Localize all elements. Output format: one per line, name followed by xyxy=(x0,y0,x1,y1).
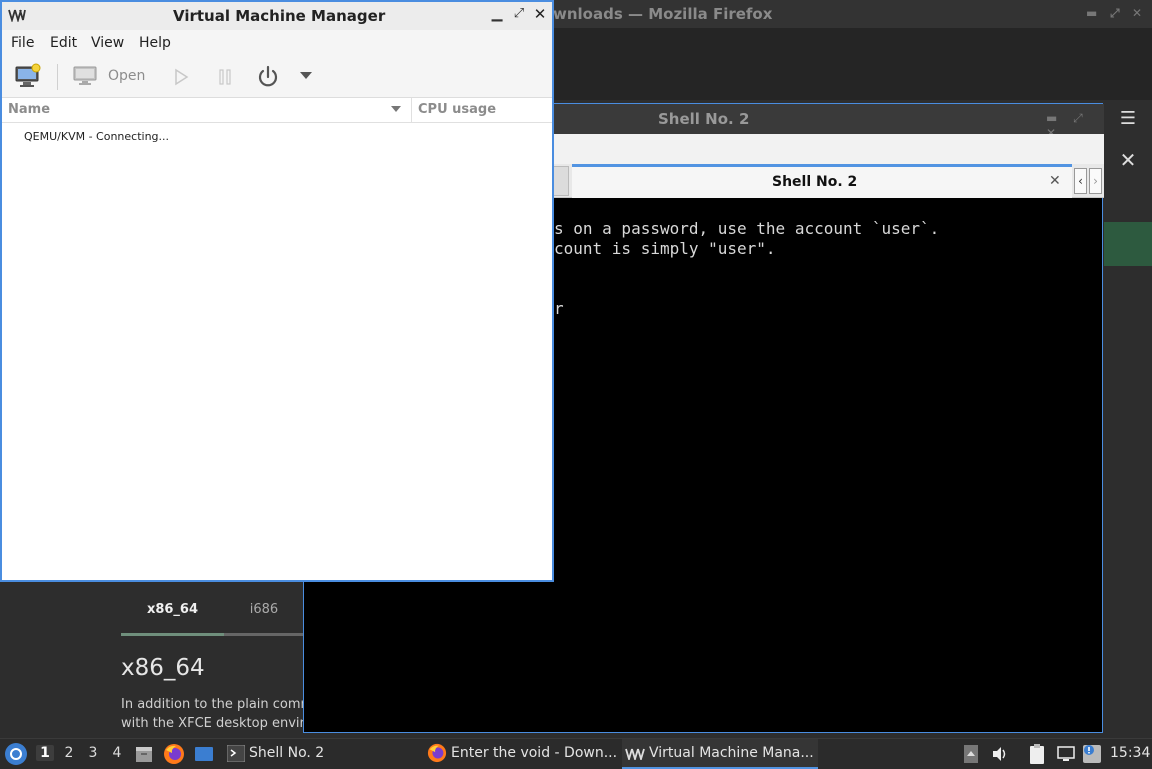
clipboard-icon[interactable] xyxy=(1028,743,1046,765)
maximize-icon[interactable]: ⤢ xyxy=(512,6,526,24)
taskbar: 1 2 3 4 Shell No. 2 Enter the void - Dow… xyxy=(0,738,1152,769)
firefox-icon[interactable] xyxy=(163,743,185,765)
task-label: Virtual Machine Mana... xyxy=(649,745,814,761)
clock[interactable]: 15:34 xyxy=(1110,745,1150,761)
tray-expand-icon[interactable] xyxy=(963,744,979,764)
vmm-window: Virtual Machine Manager ▁ ⤢ ✕ File Edit … xyxy=(0,0,554,582)
tab-i686[interactable]: i686 xyxy=(224,598,304,636)
toolbar: Open xyxy=(2,56,552,98)
firefox-title: wnloads — Mozilla Firefox xyxy=(553,5,773,23)
task-vmm[interactable]: Virtual Machine Mana... xyxy=(622,739,818,769)
hamburger-menu-icon[interactable]: ☰ xyxy=(1113,104,1143,134)
minimize-icon[interactable]: ▬ xyxy=(1086,6,1097,20)
firefox-icon xyxy=(427,743,447,763)
close-icon[interactable]: ✕ xyxy=(532,5,548,23)
power-icon[interactable] xyxy=(256,65,280,89)
menu-file[interactable]: File xyxy=(11,35,34,51)
column-cpu-usage[interactable]: CPU usage xyxy=(418,102,496,117)
terminal-title: Shell No. 2 xyxy=(658,110,750,128)
file-manager-icon[interactable] xyxy=(134,744,154,764)
task-shell[interactable]: Shell No. 2 xyxy=(224,739,404,769)
terminal-line: count is simply "user". xyxy=(554,239,776,258)
scroll-tabs-left-button[interactable]: ‹ xyxy=(1074,168,1087,194)
column-separator[interactable] xyxy=(411,98,412,122)
task-firefox[interactable]: Enter the void - Down... xyxy=(424,739,620,769)
minimize-icon[interactable]: ▁ xyxy=(490,6,504,24)
sort-down-icon[interactable] xyxy=(390,104,402,114)
workspace-2[interactable]: 2 xyxy=(61,745,77,761)
scroll-tabs-right-button[interactable]: › xyxy=(1089,168,1102,194)
page-accent-block xyxy=(1104,222,1152,266)
volume-icon[interactable] xyxy=(991,745,1009,763)
task-label: Enter the void - Down... xyxy=(451,745,618,761)
vmm-icon xyxy=(625,748,645,760)
menu-edit[interactable]: Edit xyxy=(50,35,77,51)
close-icon[interactable]: ✕ xyxy=(1132,6,1142,20)
monitor-icon[interactable] xyxy=(72,65,98,87)
vm-list[interactable]: QEMU/KVM - Connecting... xyxy=(2,124,552,580)
vmm-titlebar[interactable]: Virtual Machine Manager ▁ ⤢ ✕ xyxy=(2,2,552,30)
chevron-down-icon[interactable] xyxy=(299,70,313,80)
page-paragraph: In addition to the plain comm with the X… xyxy=(121,695,306,733)
pause-icon[interactable] xyxy=(216,67,234,87)
tab-shell-no-2[interactable]: Shell No. 2 ✕ xyxy=(572,164,1072,198)
run-icon[interactable] xyxy=(172,67,190,87)
close-tab-icon[interactable]: ✕ xyxy=(1049,173,1061,189)
menubar: File Edit View Help xyxy=(2,30,552,56)
list-header: Name CPU usage xyxy=(2,98,552,123)
terminal-line: s on a password, use the account `user`. xyxy=(554,219,940,238)
workspace-4[interactable]: 4 xyxy=(109,745,125,761)
toolbar-separator xyxy=(57,64,58,90)
workspace-3[interactable]: 3 xyxy=(85,745,101,761)
open-button[interactable]: Open xyxy=(108,68,145,84)
workspace-1[interactable]: 1 xyxy=(36,745,54,761)
list-item[interactable]: QEMU/KVM - Connecting... xyxy=(24,130,169,143)
paragraph-line: with the XFCE desktop enviro xyxy=(121,716,306,731)
close-icon[interactable]: ✕ xyxy=(1113,145,1143,175)
menu-view[interactable]: View xyxy=(91,35,124,51)
vmm-app-icon xyxy=(8,9,26,22)
notification-icon[interactable] xyxy=(1081,743,1103,765)
terminal-icon xyxy=(227,745,245,762)
column-name[interactable]: Name xyxy=(8,102,50,117)
show-desktop-icon[interactable] xyxy=(194,745,214,763)
task-label: Shell No. 2 xyxy=(249,745,325,761)
tab-label: Shell No. 2 xyxy=(772,174,858,190)
start-menu-icon[interactable] xyxy=(4,742,28,766)
new-vm-icon[interactable] xyxy=(14,63,42,89)
network-icon[interactable] xyxy=(1056,745,1076,763)
page-heading: x86_64 xyxy=(121,655,205,681)
window-title: Virtual Machine Manager xyxy=(173,7,386,25)
tab-x86-64[interactable]: x86_64 xyxy=(121,598,224,636)
maximize-icon[interactable]: ⤢ xyxy=(1110,6,1120,21)
paragraph-line: In addition to the plain comm xyxy=(121,697,306,712)
menu-help[interactable]: Help xyxy=(139,35,171,51)
terminal-line: r xyxy=(554,299,564,318)
